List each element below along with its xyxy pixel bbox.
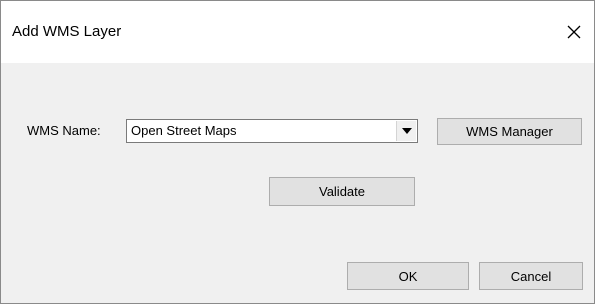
ok-button-label: OK [398,269,418,284]
cancel-button-label: Cancel [510,269,552,284]
dialog-title: Add WMS Layer [12,23,122,40]
wms-name-label: WMS Name: [27,123,101,138]
close-button[interactable] [561,13,591,51]
wms-manager-button-label: WMS Manager [466,124,553,139]
wms-name-selected-value: Open Street Maps [131,123,237,138]
validate-button-label: Validate [318,184,365,199]
wms-manager-button[interactable]: WMS Manager [437,118,582,145]
title-bar: Add WMS Layer [1,1,594,63]
add-wms-layer-dialog: Add WMS Layer WMS Name: Open Street Maps… [0,0,595,304]
close-icon [567,25,581,39]
chevron-down-icon [402,128,412,134]
dropdown-button[interactable] [396,121,416,141]
validate-button[interactable]: Validate [269,177,415,206]
ok-button[interactable]: OK [347,262,469,290]
wms-name-select[interactable]: Open Street Maps [126,119,418,143]
cancel-button[interactable]: Cancel [479,262,583,290]
